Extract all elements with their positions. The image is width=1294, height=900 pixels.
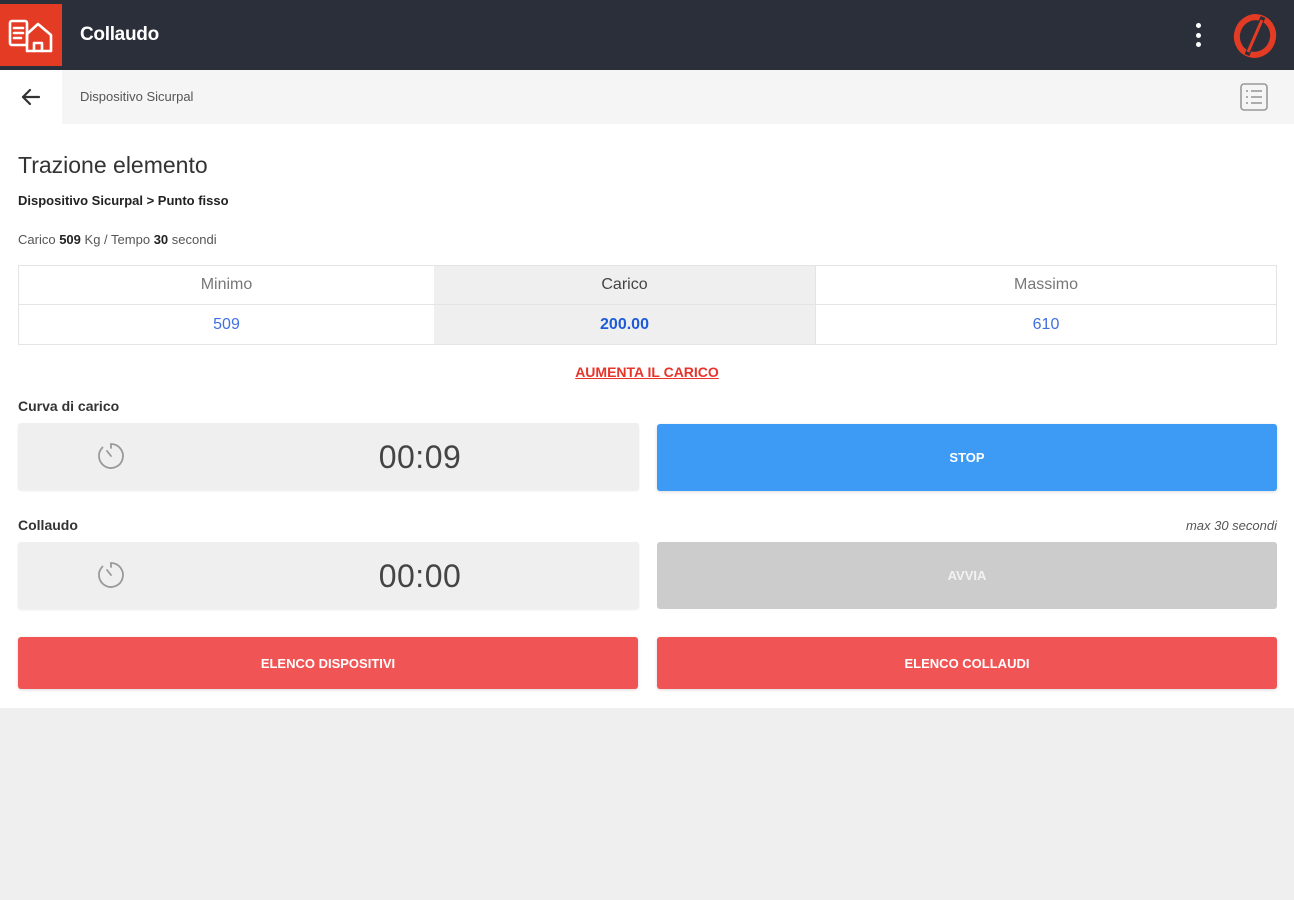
table-header-max: Massimo (816, 266, 1276, 305)
load-curve-timer: 00:09 (18, 423, 639, 490)
test-time: 00:00 (378, 558, 462, 594)
list-view-button[interactable] (1238, 81, 1270, 113)
load-table: Minimo 509 Carico 200.00 Massimo 610 (18, 265, 1277, 345)
tests-list-button[interactable]: ELENCO COLLAUDI (657, 637, 1277, 689)
list-icon (1240, 83, 1268, 111)
app-logo-icon (0, 4, 62, 66)
max-duration-note: max 30 secondi (1185, 518, 1277, 533)
table-column-max: Massimo 610 (815, 266, 1276, 344)
table-column-load: Carico 200.00 (434, 266, 815, 344)
load-unit: Kg / Tempo (84, 232, 151, 247)
load-value: 509 (59, 232, 81, 247)
page-title: Trazione elemento (18, 152, 208, 178)
table-value-min: 509 (213, 315, 240, 333)
start-button[interactable]: AVVIA (657, 542, 1277, 609)
more-menu-icon[interactable] (1186, 20, 1210, 50)
breadcrumb: Dispositivo Sicurpal (80, 89, 194, 104)
time-value: 30 (153, 232, 169, 247)
top-app-bar: Collaudo (0, 0, 1294, 70)
app-title: Collaudo (80, 24, 159, 45)
back-button[interactable] (0, 70, 62, 124)
brand-logo-icon (1232, 14, 1278, 58)
load-curve-time: 00:09 (378, 439, 462, 475)
load-curve-label: Curva di carico (18, 398, 120, 414)
test-timer: 00:00 (18, 542, 639, 609)
table-column-min: Minimo 509 (19, 266, 434, 344)
load-time-info: Carico 509 Kg / Tempo 30 secondi (18, 232, 217, 247)
devices-list-button[interactable]: ELENCO DISPOSITIVI (18, 637, 638, 689)
load-label: Carico (18, 232, 56, 247)
stop-button[interactable]: STOP (657, 424, 1277, 491)
main-content: Trazione elemento Dispositivo Sicurpal >… (0, 124, 1294, 708)
table-header-load: Carico (434, 266, 815, 305)
table-value-load: 200.00 (600, 315, 649, 333)
sub-toolbar: Dispositivo Sicurpal (0, 70, 1294, 124)
time-unit: secondi (171, 232, 217, 247)
table-value-max: 610 (1032, 315, 1060, 333)
increase-load-link[interactable]: AUMENTA IL CARICO (0, 364, 1294, 380)
test-label: Collaudo (18, 517, 78, 533)
table-header-min: Minimo (19, 266, 434, 305)
device-path: Dispositivo Sicurpal > Punto fisso (18, 193, 229, 208)
arrow-left-icon (21, 88, 41, 106)
